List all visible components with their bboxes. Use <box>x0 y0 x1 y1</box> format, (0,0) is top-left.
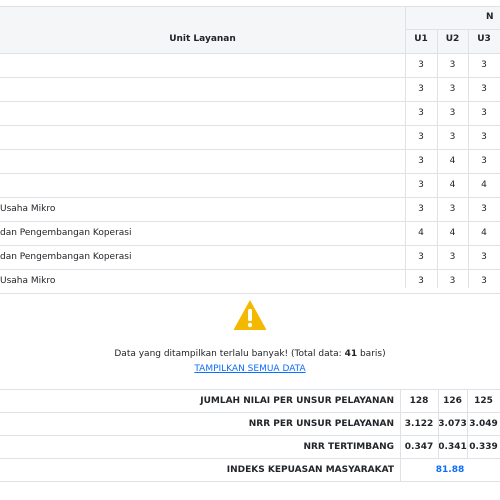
score-cell-u2: 3 <box>449 252 456 262</box>
score-cell-u1: 3 <box>418 204 424 214</box>
summary-value-u1: 3.122 <box>404 418 434 429</box>
unit-layanan-cell <box>0 77 400 101</box>
unit-layanan-cell <box>0 149 400 173</box>
column-header-u3: U3 <box>477 34 491 44</box>
ikm-label: INDEKS KEPUASAN MASYARAKAT <box>226 464 394 475</box>
unit-layanan-cell: Usaha Mikro <box>0 276 56 286</box>
score-cell-u1: 4 <box>418 228 424 238</box>
show-all-data-link[interactable]: TAMPILKAN SEMUA DATA <box>194 364 305 374</box>
summary-value-u3: 0.339 <box>469 441 498 452</box>
score-cell-u1: 3 <box>418 84 424 94</box>
unit-layanan-cell: dan Pengembangan Koperasi <box>0 252 132 262</box>
unit-layanan-cell <box>0 173 400 197</box>
score-cell-u3: 3 <box>481 204 487 214</box>
score-cell-u3: 3 <box>481 132 487 142</box>
summary-value-u1: 0.347 <box>404 441 434 452</box>
notice-text-before: Data yang ditampilkan terlalu banyak! (T… <box>114 349 345 359</box>
summary-label: NRR PER UNSUR PELAYANAN <box>248 418 394 429</box>
score-cell-u3: 3 <box>481 108 487 118</box>
unit-layanan-cell <box>0 125 400 149</box>
score-cell-u2: 3 <box>449 60 456 70</box>
unit-layanan-cell <box>0 101 400 125</box>
score-cell-u2: 3 <box>449 108 456 118</box>
score-cell-u1: 3 <box>418 132 424 142</box>
score-cell-u3: 3 <box>481 156 487 166</box>
ikm-value: 81.88 <box>435 464 465 475</box>
column-header-u2: U2 <box>445 34 460 44</box>
score-cell-u2: 4 <box>449 228 456 238</box>
notice-total: 41 <box>344 349 358 359</box>
summary-value-u2: 0.341 <box>438 441 467 452</box>
summary-label: JUMLAH NILAI PER UNSUR PELAYANAN <box>200 395 394 406</box>
score-cell-u3: 4 <box>481 228 487 238</box>
score-cell-u1: 3 <box>418 180 424 190</box>
notice-text-after: baris) <box>357 349 386 359</box>
summary-value-u2: 126 <box>443 395 462 406</box>
score-cell-u2: 3 <box>449 84 456 94</box>
warning-triangle-icon <box>233 299 267 331</box>
summary-value-u3: 125 <box>474 395 493 406</box>
score-cell-u2: 3 <box>449 276 456 286</box>
score-cell-u3: 4 <box>481 180 487 190</box>
score-cell-u1: 3 <box>418 156 424 166</box>
score-cell-u3: 3 <box>481 276 487 286</box>
column-header-u1: U1 <box>414 34 428 44</box>
unit-layanan-cell: Usaha Mikro <box>0 204 56 214</box>
score-cell-u1: 3 <box>418 108 424 118</box>
column-group-header-partial: N <box>486 12 494 22</box>
notice-text: Data yang ditampilkan terlalu banyak! (T… <box>0 349 500 359</box>
score-cell-u3: 3 <box>481 252 487 262</box>
summary-value-u2: 3.073 <box>438 418 467 429</box>
score-cell-u3: 3 <box>481 60 487 70</box>
score-cell-u1: 3 <box>418 276 424 286</box>
column-header-unit-layanan: Unit Layanan <box>169 34 236 44</box>
score-cell-u2: 4 <box>449 180 456 190</box>
summary-label: NRR TERTIMBANG <box>303 441 394 452</box>
summary-value-u3: 3.049 <box>469 418 498 429</box>
score-cell-u1: 3 <box>418 252 424 262</box>
unit-layanan-cell <box>0 53 400 77</box>
score-cell-u3: 3 <box>481 84 487 94</box>
score-cell-u2: 3 <box>449 204 456 214</box>
score-cell-u2: 3 <box>449 132 456 142</box>
score-cell-u1: 3 <box>418 60 424 70</box>
unit-layanan-cell: dan Pengembangan Koperasi <box>0 228 132 238</box>
score-cell-u2: 4 <box>449 156 456 166</box>
summary-value-u1: 128 <box>409 395 429 406</box>
